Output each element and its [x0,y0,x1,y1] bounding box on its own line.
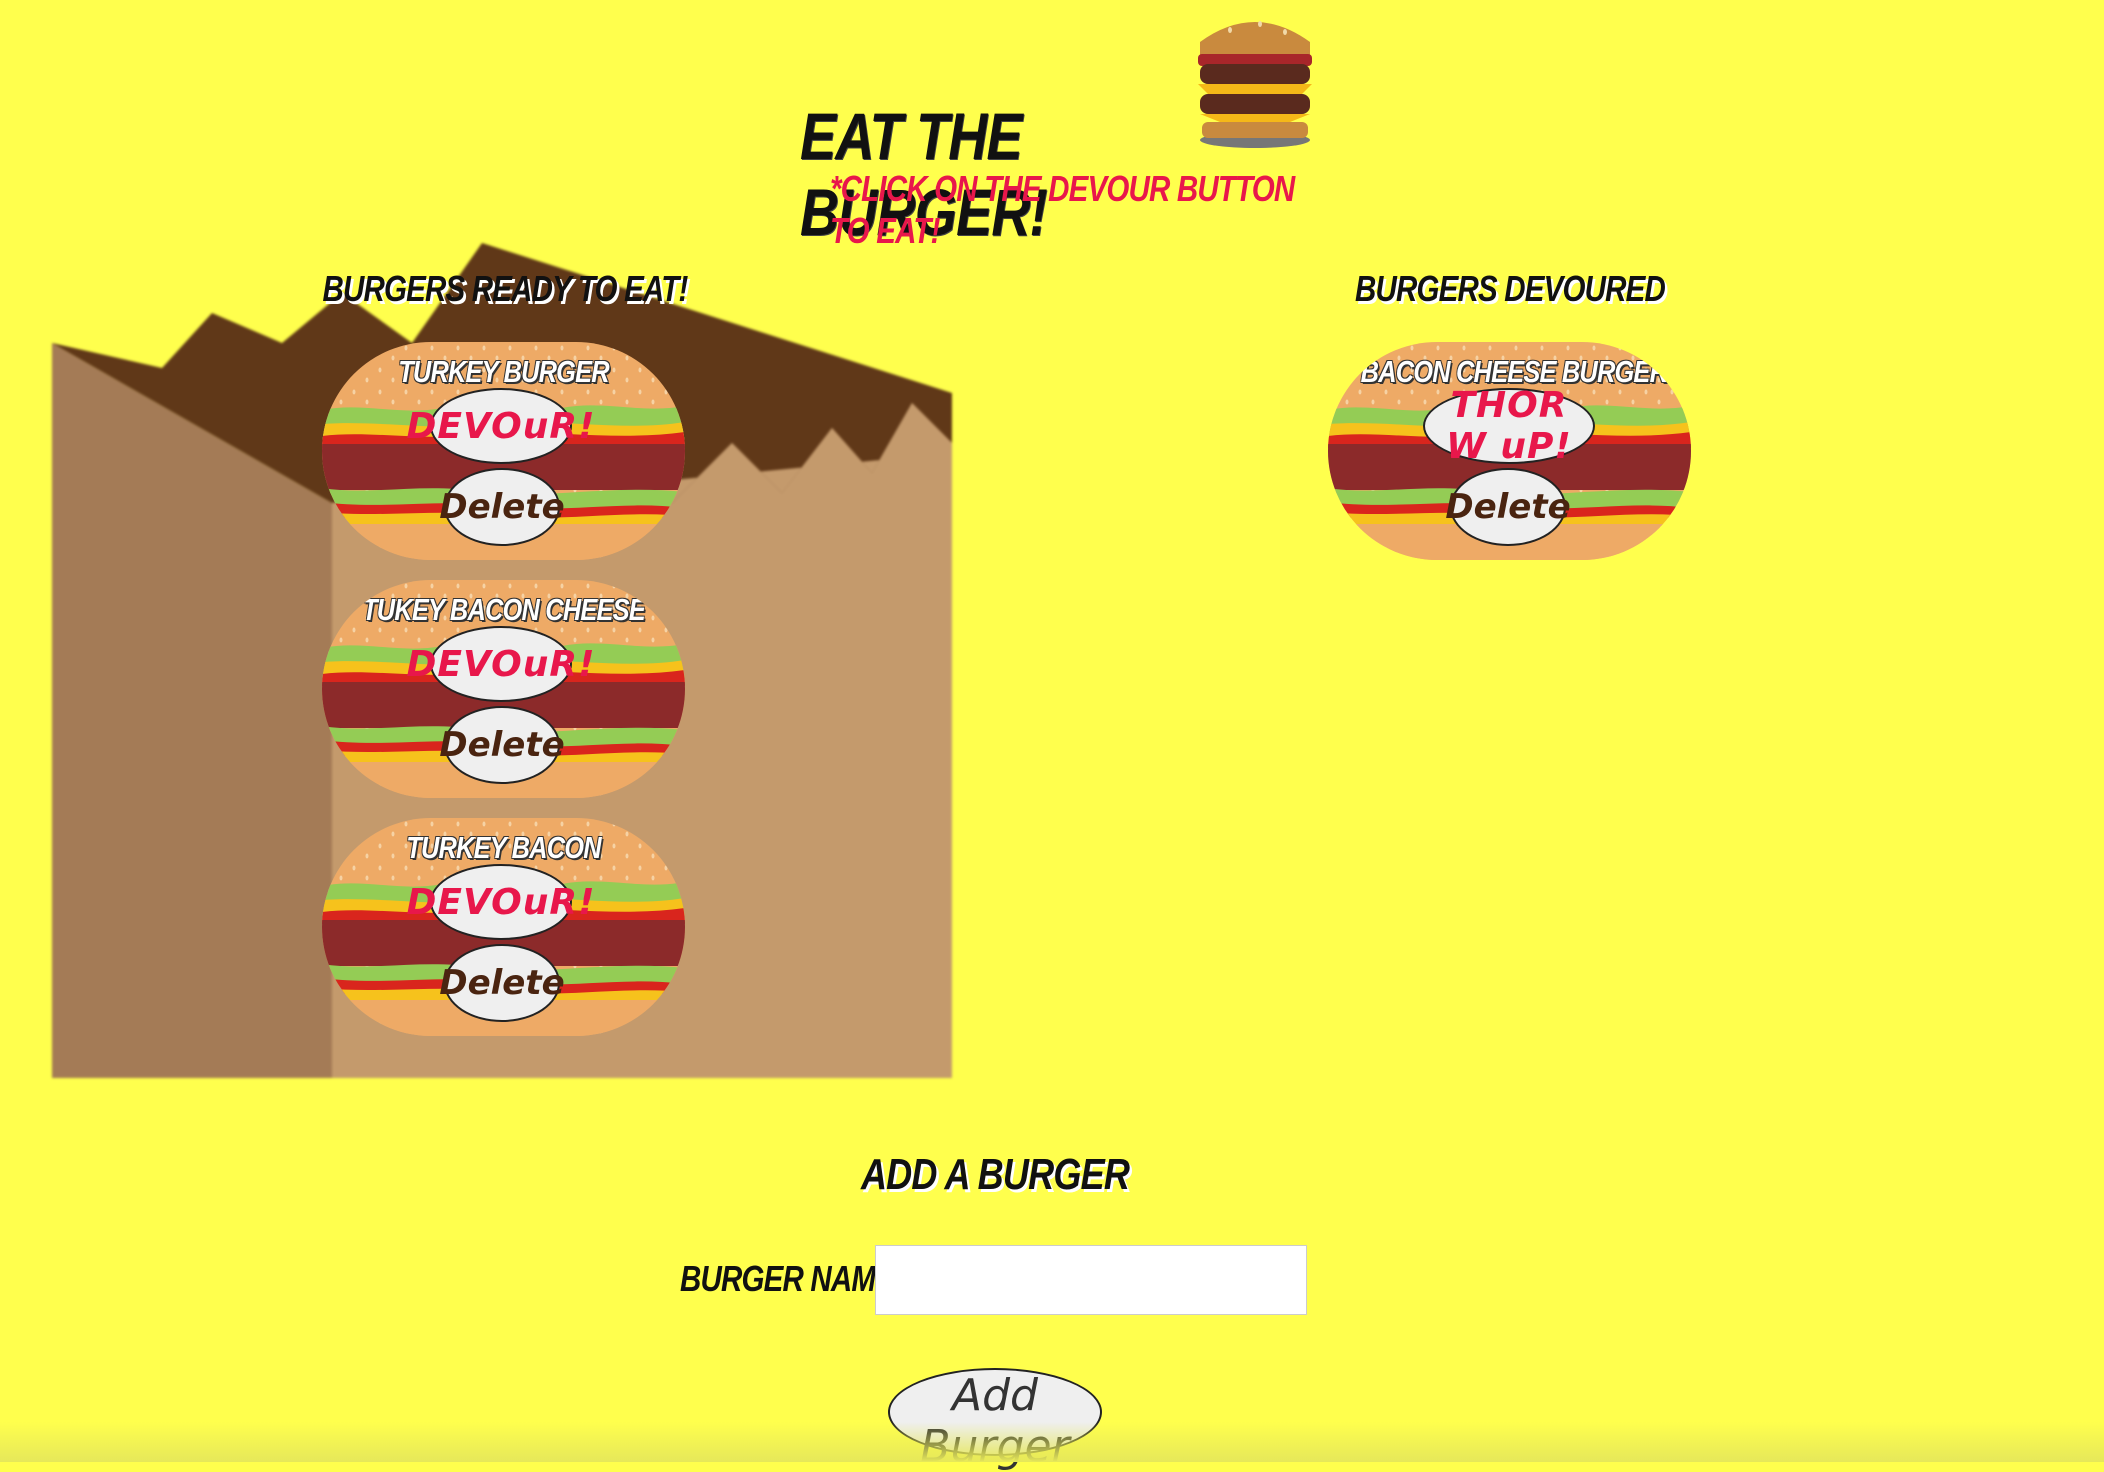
delete-button[interactable]: Delete [439,468,565,546]
burger-name-input[interactable] [875,1245,1307,1315]
burger-name: Turkey Bacon [406,830,601,865]
delete-button[interactable]: Delete [439,944,565,1022]
burger-name: Tukey Bacon Cheese [362,592,646,627]
devoured-section-heading: Burgers Devoured [1354,268,1666,309]
devour-button[interactable]: DEVOuR! [406,864,595,940]
burger-card: Tukey Bacon Cheese DEVOuR! Delete [322,580,685,798]
ready-section-heading: Burgers Ready to Eat! [322,268,689,309]
burger-name-label: Burger Name: [680,1258,904,1299]
delete-button[interactable]: Delete [439,706,565,784]
burger-card: Turkey Bacon DEVOuR! Delete [322,818,685,1036]
devour-button[interactable]: DEVOuR! [406,388,595,464]
delete-button[interactable]: Delete [1445,468,1571,546]
burger-card: Bacon Cheese Burger THOR W uP! Delete [1328,342,1691,560]
instructions-text: *Click on the devour button to eat! [830,168,1295,251]
throw-up-button[interactable]: THOR W uP! [1423,385,1595,467]
stacked-burger-icon [1198,21,1312,148]
burger-name: Turkey Burger [398,354,609,389]
burger-card: Turkey Burger DEVOuR! Delete [322,342,685,560]
add-burger-heading: Add a Burger [860,1150,1130,1199]
bottom-fade [0,1422,2104,1462]
devour-button[interactable]: DEVOuR! [406,626,595,702]
